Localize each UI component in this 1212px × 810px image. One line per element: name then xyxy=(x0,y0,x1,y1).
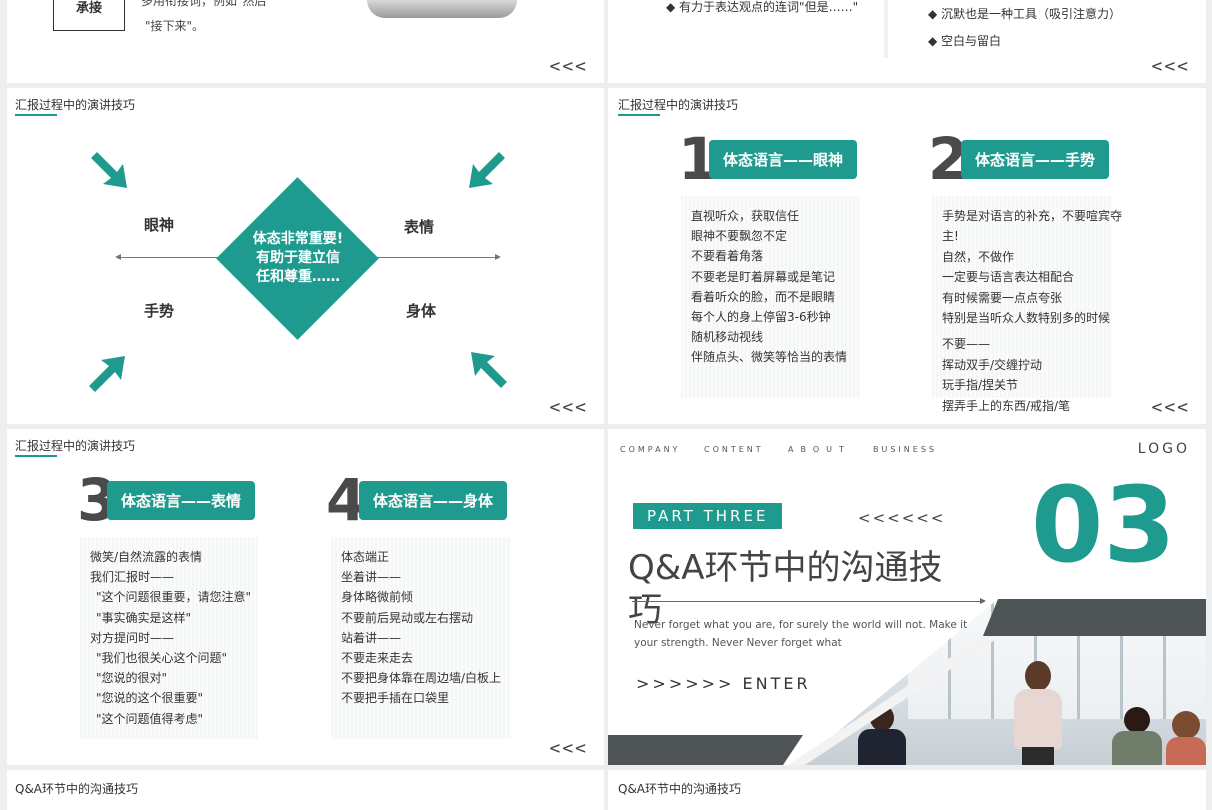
slide-thumbnail-1[interactable]: 承接 多用衔接词，例如"然后" "接下来"。 <<< xyxy=(7,0,604,83)
slide-thumbnail-4[interactable]: 汇报过程中的演讲技巧 1 体态语言——眼神 直视听众，获取信任 眼神不要飘忽不定不… xyxy=(608,88,1206,424)
list-item: 伴随点头、微笑等恰当的表情 xyxy=(691,350,848,365)
arrow-top-right-icon xyxy=(469,152,505,188)
slide-thumbnail-5[interactable]: 汇报过程中的演讲技巧 3 体态语言——表情 微笑/自然流露的表情 我们汇报时—— "… xyxy=(7,429,604,765)
list-item: 身体略微前倾 xyxy=(341,590,414,605)
list-item: 主! xyxy=(942,229,959,244)
nav-back-arrows[interactable]: <<< xyxy=(1151,56,1190,77)
title-underline xyxy=(15,114,57,116)
label-expression: 表情 xyxy=(404,218,435,236)
list-item: 不要—— xyxy=(942,337,991,352)
list-item: 不要前后晃动或左右摆动 xyxy=(341,610,474,625)
list-item: 特别是当听众人数特别多的时候 xyxy=(942,311,1111,326)
list-item: 看着听众的脸，而不是眼睛 xyxy=(691,289,836,304)
badge-eyes: 体态语言——眼神 xyxy=(709,140,858,179)
list-item: 一定要与语言表达相配合 xyxy=(942,270,1075,285)
connector-box: 承接 xyxy=(53,0,125,31)
slide-thumbnail-7[interactable]: Q&A环节中的沟通技巧 xyxy=(7,770,604,810)
nav-back-arrows[interactable]: <<< xyxy=(549,56,588,77)
title-underline xyxy=(15,455,57,457)
list-item: "这个问题值得考虑" xyxy=(96,711,204,726)
list-item: 摆弄手上的东西/戒指/笔 xyxy=(942,398,1071,413)
list-item: "您说的很对" xyxy=(96,671,168,686)
badge-expression: 体态语言——表情 xyxy=(107,481,256,520)
slide-title: 汇报过程中的演讲技巧 xyxy=(618,98,739,112)
enter-button[interactable]: >>>>>> ENTER xyxy=(636,674,811,693)
slide-title: 汇报过程中的演讲技巧 xyxy=(15,98,136,112)
list-item: 每个人的身上停留3-6秒钟 xyxy=(691,310,831,325)
box-label: 承接 xyxy=(75,1,102,16)
title-underline xyxy=(618,114,660,116)
badge-body: 体态语言——身体 xyxy=(359,481,508,520)
slide-thumbnail-6[interactable]: COMPANY CONTENT ABOUT BUSINESS LOGO PART… xyxy=(608,429,1206,765)
slide-title: Q&A环节中的沟通技巧 xyxy=(618,782,742,796)
arrow-top-left-icon xyxy=(91,152,127,188)
list-item: "您说的这个很重要" xyxy=(96,691,204,706)
gesture-text-box: 手势是对语言的补充，不要喧宾夺 主! 自然，不做作一定要与语言表达相配合 有时候需要一… xyxy=(932,196,1123,413)
list-item: 不要把手插在口袋里 xyxy=(341,691,450,706)
monitor-stand-image xyxy=(367,0,517,18)
axis-left-arrowhead-icon xyxy=(115,254,121,260)
list-item: 不要看着角落 xyxy=(691,249,764,264)
heading-underline-arrowhead-icon xyxy=(980,598,986,604)
bullet-blank: ◆ 空白与留白 xyxy=(928,34,1002,48)
arrow-bottom-left-icon xyxy=(89,356,125,392)
list-item: 不要老是盯着屏幕或是笔记 xyxy=(691,269,836,284)
label-body: 身体 xyxy=(406,302,437,320)
list-item: 微笑/自然流露的表情 xyxy=(90,550,203,564)
quote-line-1: Never forget what you are, for surely th… xyxy=(634,619,968,631)
connector-text-1: 多用衔接词，例如"然后" xyxy=(141,0,273,8)
list-item: 有时候需要一点点夸张 xyxy=(942,290,1063,305)
center-text: 体态非常重要! 有助于建立信 任和尊重…… xyxy=(239,230,357,287)
arrow-bottom-right-icon xyxy=(471,352,507,388)
slide-title: 汇报过程中的演讲技巧 xyxy=(15,439,136,453)
badge-gesture: 体态语言——手势 xyxy=(961,140,1110,179)
eyes-text-box: 直视听众，获取信任 眼神不要飘忽不定 不要看着角落不要老是盯着屏幕或是笔记 看着听众的… xyxy=(681,196,860,398)
slide-thumbnail-8[interactable]: Q&A环节中的沟通技巧 xyxy=(608,770,1206,810)
slide-thumbnail-3[interactable]: 汇报过程中的演讲技巧 体态非常重要! 有助于建立信 任和尊重…… 眼神 表情 手… xyxy=(7,88,604,424)
list-item: "这个问题很重要，请您注意" xyxy=(96,590,252,605)
list-item: 眼神不要飘忽不定 xyxy=(691,229,788,244)
list-item: 手势是对语言的补充，不要喧宾夺 xyxy=(942,209,1123,223)
vertical-divider xyxy=(884,0,888,58)
center-text-line-3: 任和尊重…… xyxy=(256,269,340,285)
list-item: 不要走来走去 xyxy=(341,651,414,666)
list-item: 坐着讲—— xyxy=(341,570,402,585)
list-item: 挥动双手/交缠拧动 xyxy=(942,357,1043,372)
list-item: 对方提问时—— xyxy=(90,630,175,645)
label-gesture: 手势 xyxy=(144,302,175,320)
quote-line-2: your strength. Never Never forget what xyxy=(634,637,842,649)
center-text-line-2: 有助于建立信 xyxy=(256,250,340,266)
list-item: 不要把身体靠在周边墙/白板上 xyxy=(341,671,502,686)
expression-text-box: 微笑/自然流露的表情 我们汇报时—— "这个问题很重要，请您注意" "事实确实是这样"… xyxy=(80,537,258,739)
center-text-line-1: 体态非常重要! xyxy=(252,231,344,247)
slide-title: Q&A环节中的沟通技巧 xyxy=(15,782,139,796)
list-item: "我们也很关心这个问题" xyxy=(96,651,228,666)
slide-thumbnail-2[interactable]: ◆ 有力于表达观点的连词"但是……" ◆ 沉默也是一种工具（吸引注意力） ◆ 空… xyxy=(608,0,1206,83)
nav-back-arrows[interactable]: <<< xyxy=(549,738,588,759)
list-item: 我们汇报时—— xyxy=(90,570,175,585)
heading-line-1: Q&A环节中的沟通技 xyxy=(628,548,943,588)
connector-text-2: "接下来"。 xyxy=(145,19,205,33)
nav-back-arrows[interactable]: <<< xyxy=(549,397,588,418)
quote-text: Never forget what you are, for surely th… xyxy=(634,616,967,652)
heading-underline xyxy=(632,601,982,602)
body-text-box: 体态端正坐着讲—— 身体略微前倾不要前后晃动或左右摆动 站着讲—— 不要走来走去不要把… xyxy=(331,537,511,739)
list-item: 玩手指/捏关节 xyxy=(942,378,1019,393)
nav-back-arrows[interactable]: <<< xyxy=(1151,397,1190,418)
list-item: 自然，不做作 xyxy=(942,249,1015,264)
list-item: 体态端正 xyxy=(341,550,390,564)
label-eyes: 眼神 xyxy=(144,216,175,234)
list-item: 直视听众，获取信任 xyxy=(691,209,800,223)
axis-right-arrowhead-icon xyxy=(495,254,501,260)
bullet-silence: ◆ 沉默也是一种工具（吸引注意力） xyxy=(928,7,1122,21)
list-item: 站着讲—— xyxy=(341,630,402,645)
list-item: 随机移动视线 xyxy=(691,330,764,345)
bullet-conjunction: ◆ 有力于表达观点的连词"但是……" xyxy=(666,0,859,14)
list-item: "事实确实是这样" xyxy=(96,610,192,625)
